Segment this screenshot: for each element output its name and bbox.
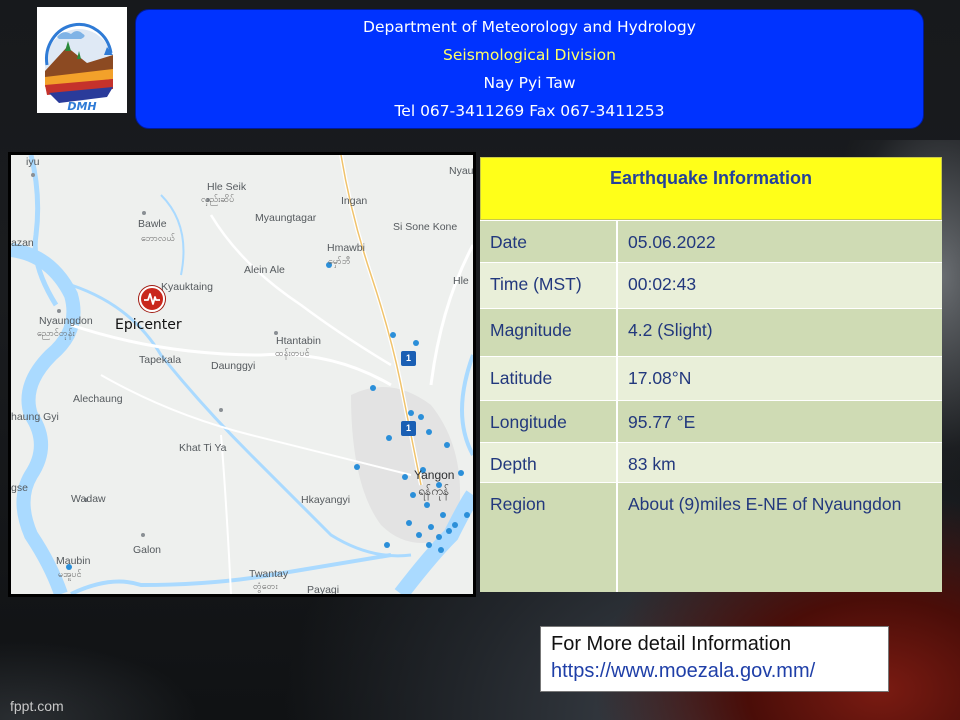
map-place-label: Daunggyi <box>211 360 256 372</box>
map-place-label-yangon: Yangon <box>414 468 455 482</box>
info-value: 05.06.2022 <box>628 232 716 252</box>
header-banner: Department of Meteorology and Hydrology … <box>135 9 924 129</box>
info-row-longitude: Longitude 95.77 °E <box>480 400 942 442</box>
info-value: 17.08°N <box>628 368 692 388</box>
map-place-burmese: မအူပင် <box>58 569 82 579</box>
info-label: Magnitude <box>480 309 618 356</box>
epicenter-marker-icon[interactable] <box>139 286 165 312</box>
info-row-depth: Depth 83 km <box>480 442 942 482</box>
info-row-region: Region About (9)miles E-NE of Nyaungdon <box>480 482 942 592</box>
map-place-label: Wadaw <box>71 493 106 505</box>
epicenter-label: Epicenter <box>115 317 182 333</box>
earthquake-info-title: Earthquake Information <box>480 157 942 220</box>
more-info-link[interactable]: https://www.moezala.gov.mm/ <box>551 658 878 685</box>
contact-text: Tel 067-3411269 Fax 067-3411253 <box>394 101 665 120</box>
map-place-label: Hle <box>453 275 469 287</box>
map-place-label: Hmawbi <box>327 242 365 254</box>
info-label: Time (MST) <box>480 263 618 308</box>
info-label: Longitude <box>480 401 618 442</box>
map-place-label: Ingan <box>341 195 368 207</box>
division-title: Seismological Division <box>443 45 616 64</box>
map-place-label: Tapekala <box>139 354 182 366</box>
info-value: 4.2 (Slight) <box>628 320 713 340</box>
map-place-label: Hkayangyi <box>301 494 351 506</box>
info-label: Depth <box>480 443 618 482</box>
more-info-label: For More detail Information <box>551 633 792 655</box>
info-label: Region <box>480 483 618 592</box>
epicenter-map[interactable]: iyu Hle Seik လှည်းဆိပ် Ingan Nyaungg Baw… <box>8 152 476 597</box>
map-place-label: Twantay <box>249 568 289 580</box>
info-label: Latitude <box>480 357 618 400</box>
highway-shield: 1 <box>401 421 416 436</box>
map-place-burmese: မှော်ဘီ <box>328 256 351 266</box>
info-row-date: Date 05.06.2022 <box>480 220 942 262</box>
location-text: Nay Pyi Taw <box>483 73 576 92</box>
map-place-label: haung Gyi <box>11 411 59 423</box>
map-place-label: Kyauktaing <box>161 281 213 293</box>
map-place-label: gse <box>11 482 28 494</box>
map-place-label: Hle Seik <box>207 181 247 193</box>
map-place-burmese: လှည်းဆိပ် <box>201 194 235 204</box>
map-place-label: Khat Ti Ya <box>179 442 227 454</box>
dmh-logo: DMH <box>37 7 127 113</box>
map-place-label: Alein Ale <box>244 264 285 276</box>
map-place-label: Payagi <box>307 584 340 596</box>
map-place-burmese: ဘောလယ် <box>141 233 176 243</box>
info-row-magnitude: Magnitude 4.2 (Slight) <box>480 308 942 356</box>
highway-shield: 1 <box>401 351 416 366</box>
map-place-burmese: ညောင်တုန်း <box>37 328 75 338</box>
more-info-box: For More detail Information https://www.… <box>540 626 889 692</box>
map-place-label: Htantabin <box>276 335 321 347</box>
info-label: Date <box>480 221 618 262</box>
map-place-label: Si Sone Kone <box>393 221 458 233</box>
map-place-burmese: တွံတေး <box>253 581 278 591</box>
info-row-latitude: Latitude 17.08°N <box>480 356 942 400</box>
footer-text: fppt.com <box>10 698 64 714</box>
info-value: 95.77 °E <box>628 412 696 432</box>
map-place-label: Bawle <box>138 218 167 230</box>
map-place-label: Myaungtagar <box>255 212 317 224</box>
map-place-label: Maubin <box>56 555 91 567</box>
map-place-label: Alechaung <box>73 393 123 405</box>
map-place-label: azan <box>11 237 34 249</box>
info-value: About (9)miles E-NE of Nyaungdon <box>628 494 902 514</box>
map-place-burmese: ရန်ကုန် <box>418 484 450 498</box>
department-title: Department of Meteorology and Hydrology <box>363 17 696 36</box>
info-row-time: Time (MST) 00:02:43 <box>480 262 942 308</box>
logo-text: DMH <box>67 100 96 113</box>
info-value: 00:02:43 <box>628 274 697 294</box>
map-place-label: Galon <box>133 544 162 556</box>
info-value: 83 km <box>628 454 676 474</box>
map-place-label: Nyaungg <box>449 165 474 177</box>
map-place-burmese: ထန်းတပင် <box>275 348 310 358</box>
map-place-label: iyu <box>26 156 40 168</box>
map-place-label: Nyaungdon <box>39 315 93 327</box>
